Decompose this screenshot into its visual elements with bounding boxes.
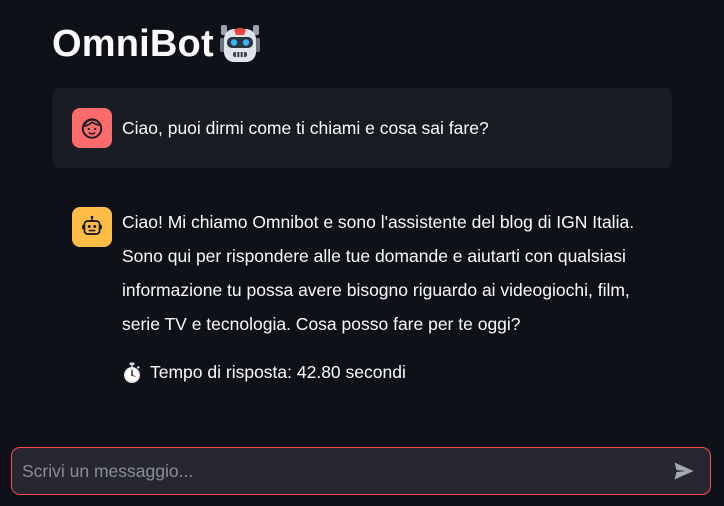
chat-input-container — [11, 447, 711, 495]
page-title: OmniBot — [52, 23, 214, 65]
user-face-icon — [72, 108, 112, 148]
assistant-message-body: Ciao! Mi chiamo Omnibot e sono l'assiste… — [122, 195, 672, 389]
header: OmniBot — [52, 18, 262, 70]
user-message: Ciao, puoi dirmi come ti chiami e cosa s… — [52, 88, 672, 168]
robot-face-icon — [218, 22, 262, 66]
chat-input[interactable] — [12, 448, 664, 494]
user-message-text: Ciao, puoi dirmi come ti chiami e cosa s… — [122, 118, 489, 138]
bot-icon — [72, 207, 112, 247]
send-icon — [674, 462, 694, 480]
response-time: Tempo di risposta: 42.80 secondi — [122, 355, 672, 389]
stopwatch-icon — [122, 361, 142, 383]
send-button[interactable] — [664, 451, 704, 491]
response-time-text: Tempo di risposta: 42.80 secondi — [150, 362, 406, 382]
assistant-message: Ciao! Mi chiamo Omnibot e sono l'assiste… — [52, 195, 672, 389]
assistant-message-text: Ciao! Mi chiamo Omnibot e sono l'assiste… — [122, 212, 635, 334]
chat-app: OmniBot Ciao, puoi dirmi come ti chiami … — [0, 0, 724, 506]
